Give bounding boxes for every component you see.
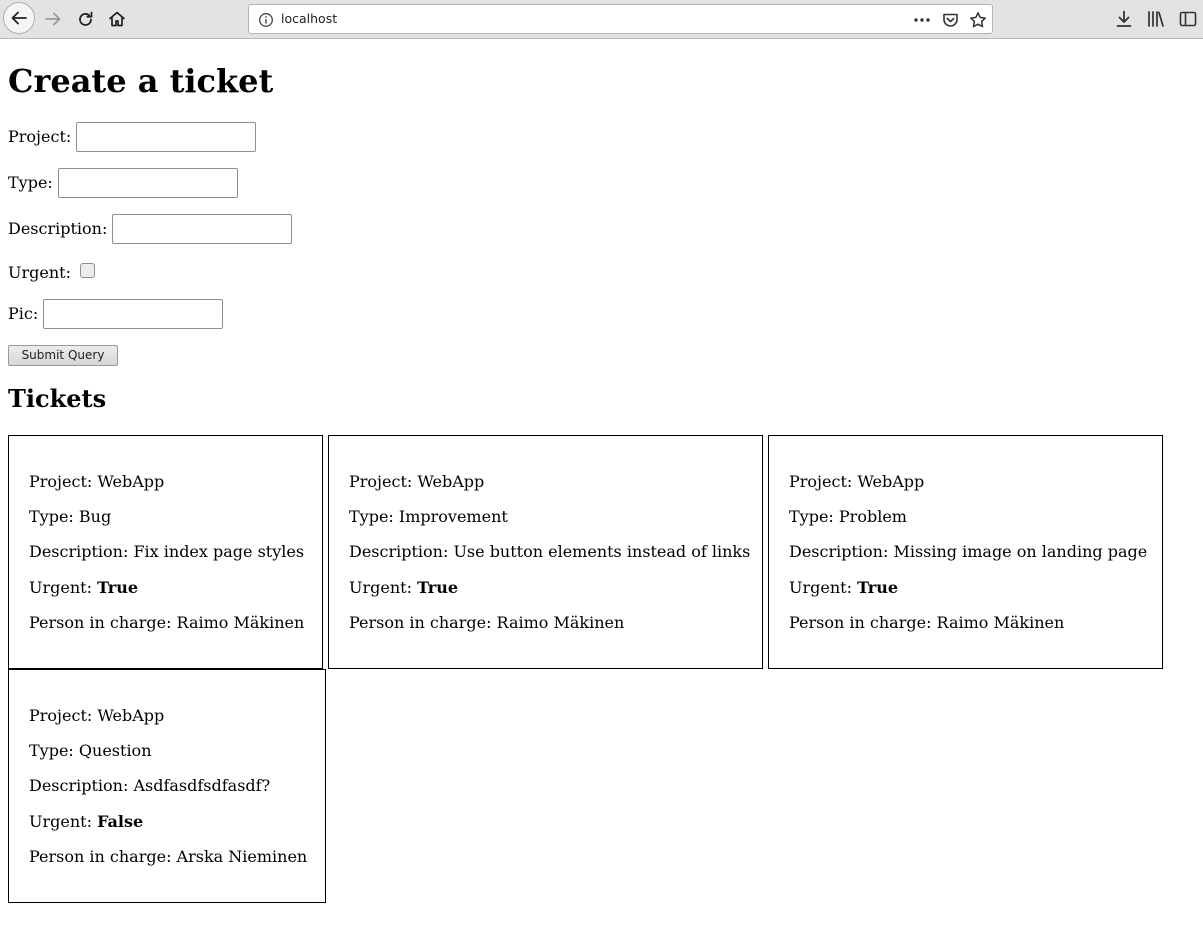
- ticket-person: Person in charge: Raimo Mäkinen: [29, 613, 305, 632]
- ticket-project: Project: WebApp: [789, 472, 925, 491]
- pic-row: Pic:: [8, 299, 224, 329]
- pic-input[interactable]: [43, 299, 224, 329]
- page-actions-button[interactable]: [911, 9, 933, 31]
- urgent-checkbox[interactable]: [79, 262, 95, 278]
- pocket-icon: [942, 13, 958, 27]
- back-arrow-icon: [11, 11, 27, 25]
- ticket-person: Person in charge: Raimo Mäkinen: [349, 613, 625, 632]
- ticket-card: Project: WebApp Type: Question Descripti…: [8, 669, 326, 903]
- project-input[interactable]: [76, 122, 257, 152]
- urgent-row: Urgent:: [8, 262, 95, 283]
- ticket-type: Type: Improvement: [349, 507, 508, 526]
- library-button[interactable]: [1141, 4, 1171, 34]
- ticket-card: Project: WebApp Type: Improvement Descri…: [328, 435, 763, 669]
- urgent-label: Urgent:: [8, 263, 71, 282]
- browser-toolbar: localhost: [0, 0, 1203, 39]
- ticket-urgent: Urgent: False: [29, 812, 144, 831]
- ticket-project: Project: WebApp: [29, 472, 165, 491]
- ticket-person: Person in charge: Arska Nieminen: [29, 847, 308, 866]
- submit-button[interactable]: Submit Query: [8, 345, 118, 366]
- forward-button[interactable]: [38, 4, 68, 34]
- type-label: Type:: [8, 173, 53, 192]
- description-input[interactable]: [112, 214, 293, 244]
- sidebar-button[interactable]: [1173, 4, 1203, 34]
- ticket-project: Project: WebApp: [29, 706, 165, 725]
- url-bar[interactable]: localhost: [248, 4, 993, 34]
- sidebar-icon: [1179, 11, 1197, 27]
- reload-icon: [78, 11, 92, 26]
- ticket-description: Description: Fix index page styles: [29, 542, 305, 561]
- pocket-button[interactable]: [939, 9, 961, 31]
- ticket-type: Type: Problem: [789, 507, 907, 526]
- page-title: Create a ticket: [8, 62, 274, 100]
- ticket-person: Person in charge: Raimo Mäkinen: [789, 613, 1065, 632]
- tickets-heading: Tickets: [8, 384, 107, 413]
- ticket-project: Project: WebApp: [349, 472, 485, 491]
- home-icon: [109, 11, 125, 27]
- ticket-type: Type: Question: [29, 741, 152, 760]
- ticket-description: Description: Missing image on landing pa…: [789, 542, 1148, 561]
- type-row: Type:: [8, 168, 238, 198]
- description-label: Description:: [8, 219, 108, 238]
- star-icon: [970, 12, 986, 28]
- ticket-description: Description: Use button elements instead…: [349, 542, 751, 561]
- reload-button[interactable]: [70, 4, 100, 34]
- ticket-type: Type: Bug: [29, 507, 112, 526]
- ticket-urgent: Urgent: True: [29, 578, 139, 597]
- url-text[interactable]: localhost: [281, 11, 337, 26]
- home-button[interactable]: [102, 4, 132, 34]
- ticket-card: Project: WebApp Type: Problem Descriptio…: [768, 435, 1163, 669]
- more-icon: [914, 18, 930, 22]
- ticket-description: Description: Asdfasdfsdfasdf?: [29, 776, 271, 795]
- downloads-button[interactable]: [1109, 4, 1139, 34]
- info-icon[interactable]: [258, 12, 274, 28]
- bookmark-button[interactable]: [967, 9, 989, 31]
- page-content: Create a ticket Project: Type: Descripti…: [0, 40, 1203, 929]
- project-label: Project:: [8, 127, 72, 146]
- library-icon: [1148, 11, 1164, 27]
- ticket-urgent: Urgent: True: [789, 578, 899, 597]
- ticket-card: Project: WebApp Type: Bug Description: F…: [8, 435, 323, 669]
- ticket-urgent: Urgent: True: [349, 578, 459, 597]
- back-button[interactable]: [3, 2, 35, 34]
- description-row: Description:: [8, 214, 293, 244]
- pic-label: Pic:: [8, 304, 39, 323]
- project-row: Project:: [8, 122, 257, 152]
- download-icon: [1116, 10, 1132, 27]
- type-input[interactable]: [57, 168, 238, 198]
- forward-arrow-icon: [45, 12, 61, 26]
